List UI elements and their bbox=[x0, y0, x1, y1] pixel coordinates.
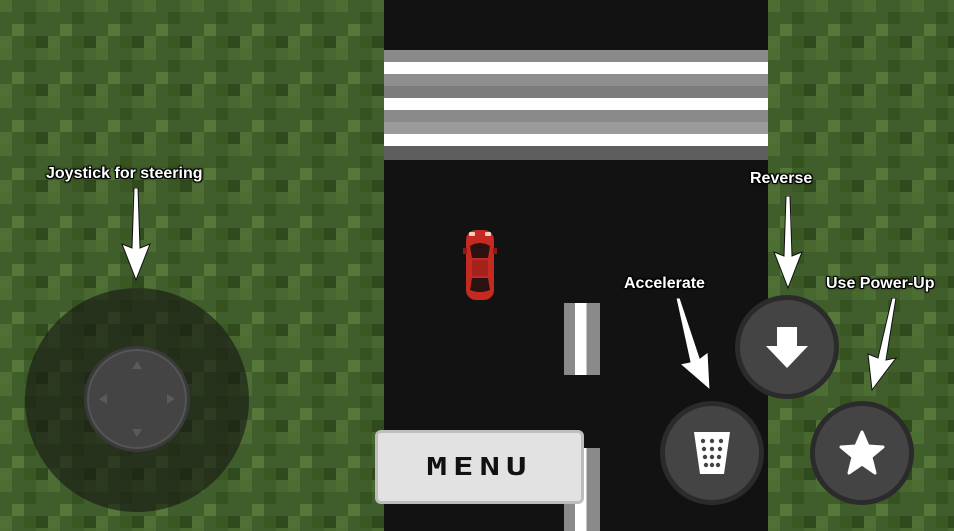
powerup-arrow bbox=[867, 298, 898, 392]
menu-button[interactable]: MENU bbox=[375, 430, 584, 504]
joystick-knob[interactable] bbox=[84, 346, 190, 452]
reverse-arrow bbox=[773, 196, 803, 290]
pedal-icon bbox=[694, 432, 730, 474]
menu-label: MENU bbox=[426, 452, 533, 482]
accelerate-arrow bbox=[675, 298, 711, 392]
lane-marker bbox=[564, 303, 600, 375]
accelerate-label: Accelerate bbox=[624, 275, 705, 292]
reverse-label: Reverse bbox=[750, 170, 813, 187]
powerup-button[interactable] bbox=[810, 401, 914, 505]
player-car bbox=[463, 230, 497, 300]
finish-line bbox=[384, 50, 768, 160]
joystick-label: Joystick for steering bbox=[46, 165, 203, 182]
star-icon bbox=[839, 430, 885, 475]
powerup-label: Use Power-Up bbox=[826, 275, 935, 292]
joystick-arrow bbox=[121, 188, 151, 282]
reverse-button[interactable] bbox=[735, 295, 839, 399]
dpad-icon bbox=[99, 361, 175, 437]
down-arrow-icon bbox=[766, 327, 808, 368]
accelerate-button[interactable] bbox=[660, 401, 764, 505]
